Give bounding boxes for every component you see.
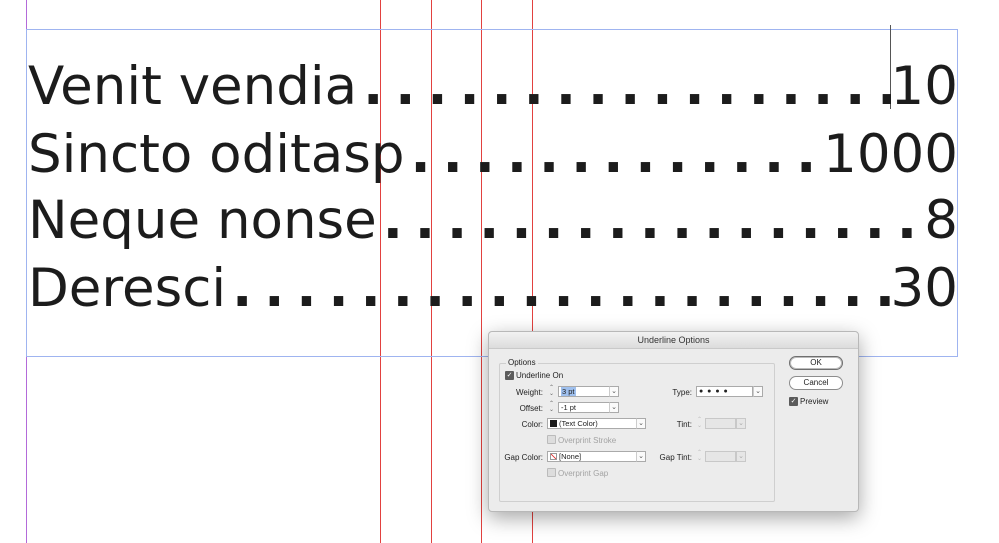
toc-leader: ................................ bbox=[363, 56, 890, 117]
options-group-label: Options bbox=[506, 358, 538, 367]
type-dropdown[interactable]: ⌄ bbox=[753, 386, 763, 397]
toc-page-number: 8 bbox=[924, 190, 958, 251]
underline-options-dialog: Underline Options Options ✓ Underline On… bbox=[488, 331, 859, 512]
color-label: Color: bbox=[521, 420, 543, 429]
overprint-stroke-checkbox[interactable] bbox=[547, 435, 556, 444]
preview-label: Preview bbox=[800, 397, 829, 406]
tint-dropdown[interactable]: ⌄ bbox=[736, 418, 746, 429]
toc-page-number: 1000 bbox=[823, 124, 958, 185]
cancel-button[interactable]: Cancel bbox=[789, 376, 843, 390]
color-value: (Text Color) bbox=[559, 419, 598, 428]
weight-label: Weight: bbox=[516, 388, 543, 397]
toc-row[interactable]: Venit vendia ...........................… bbox=[28, 56, 958, 120]
gap-color-dropdown[interactable]: ⌄ bbox=[636, 451, 646, 462]
gap-tint-label: Gap Tint: bbox=[659, 453, 692, 462]
type-field[interactable]: ● ● ● ● bbox=[696, 386, 753, 397]
color-dropdown[interactable]: ⌄ bbox=[636, 418, 646, 429]
options-group bbox=[499, 363, 775, 502]
toc-entry: Neque nonse bbox=[28, 190, 377, 251]
gap-color-label: Gap Color: bbox=[504, 453, 543, 462]
text-color-swatch bbox=[550, 420, 557, 427]
color-field[interactable]: (Text Color) bbox=[547, 418, 637, 429]
toc-entry: Venit vendia bbox=[28, 56, 358, 117]
overprint-gap-label: Overprint Gap bbox=[558, 469, 609, 478]
weight-value: 3 pt bbox=[561, 387, 576, 396]
toc-entry: Deresci bbox=[28, 258, 227, 319]
toc-row[interactable]: Neque nonse ............................… bbox=[28, 190, 958, 254]
gap-tint-field[interactable] bbox=[705, 451, 736, 462]
gap-tint-stepper[interactable]: ⌃ ⌄ bbox=[696, 450, 703, 462]
gap-color-field[interactable]: [None] bbox=[547, 451, 637, 462]
offset-stepper[interactable]: ⌃ ⌄ bbox=[548, 401, 555, 413]
toc-row[interactable]: Sincto oditasp .........................… bbox=[28, 124, 958, 188]
gap-color-value: [None] bbox=[559, 452, 582, 461]
toc-leader: ................................ bbox=[382, 190, 924, 251]
toc-leader: ................................ bbox=[410, 124, 823, 185]
tint-field[interactable] bbox=[705, 418, 736, 429]
overprint-stroke-label: Overprint Stroke bbox=[558, 436, 617, 445]
offset-label: Offset: bbox=[519, 404, 543, 413]
weight-dropdown[interactable]: ⌄ bbox=[609, 386, 619, 397]
type-label: Type: bbox=[672, 388, 692, 397]
toc-page-number: 10 bbox=[890, 56, 958, 117]
overprint-gap-checkbox[interactable] bbox=[547, 468, 556, 477]
weight-field[interactable]: 3 pt bbox=[558, 386, 610, 397]
tint-stepper[interactable]: ⌃ ⌄ bbox=[696, 417, 703, 429]
dialog-title[interactable]: Underline Options bbox=[489, 332, 858, 349]
weight-stepper[interactable]: ⌃ ⌄ bbox=[548, 385, 555, 397]
none-swatch-icon bbox=[550, 453, 557, 460]
offset-dropdown[interactable]: ⌄ bbox=[609, 402, 619, 413]
gap-tint-dropdown[interactable]: ⌄ bbox=[736, 451, 746, 462]
toc-leader: ........................................ bbox=[232, 258, 890, 319]
preview-checkbox[interactable]: ✓ bbox=[789, 397, 798, 406]
offset-field[interactable]: -1 pt bbox=[558, 402, 610, 413]
underline-on-checkbox[interactable]: ✓ bbox=[505, 371, 514, 380]
toc-entry: Sincto oditasp bbox=[28, 124, 405, 185]
ok-button[interactable]: OK bbox=[789, 356, 843, 370]
toc-page-number: 30 bbox=[890, 258, 958, 319]
tint-label: Tint: bbox=[676, 420, 692, 429]
underline-on-label: Underline On bbox=[516, 371, 564, 380]
toc-row[interactable]: Deresci ................................… bbox=[28, 258, 958, 322]
